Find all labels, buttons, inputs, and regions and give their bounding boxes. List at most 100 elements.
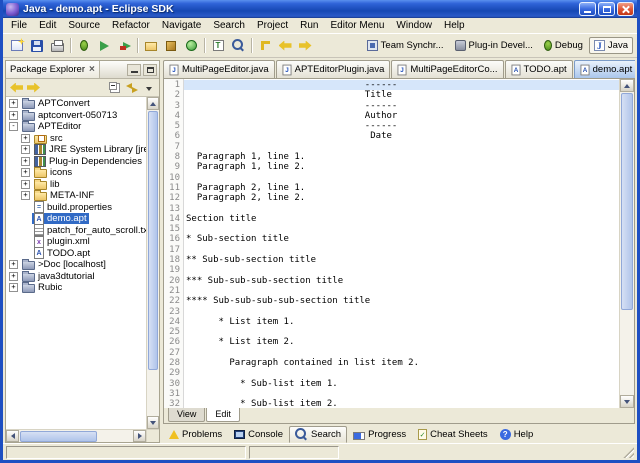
view-tab-search[interactable]: Search xyxy=(289,426,347,443)
view-tab-help[interactable]: Help xyxy=(494,426,540,443)
save-button[interactable] xyxy=(27,36,47,56)
view-tab-cheat-sheets[interactable]: Cheat Sheets xyxy=(412,426,494,443)
back-button[interactable] xyxy=(275,36,295,56)
tree-vertical-scrollbar[interactable] xyxy=(146,97,159,429)
debug-button[interactable] xyxy=(74,36,94,56)
close-button[interactable] xyxy=(617,2,634,16)
scroll-up-button[interactable] xyxy=(620,79,634,92)
scrollbar-track[interactable] xyxy=(620,311,634,395)
minimize-view-button[interactable] xyxy=(127,64,141,76)
menu-search[interactable]: Search xyxy=(207,19,251,32)
open-type-button[interactable] xyxy=(208,36,228,56)
external-tools-button[interactable] xyxy=(114,36,134,56)
tree-expander-icon[interactable]: + xyxy=(9,283,18,292)
tree-item-java3dtutorial[interactable]: +java3dtutorial xyxy=(6,271,146,283)
maximize-button[interactable] xyxy=(598,2,615,16)
view-menu-button[interactable] xyxy=(140,80,157,96)
tree-item-patch-for-auto-scroll-txt[interactable]: patch_for_auto_scroll.txt xyxy=(6,225,146,237)
tree-expander-icon[interactable]: + xyxy=(9,260,18,269)
new-package-button[interactable] xyxy=(161,36,181,56)
view-tab-problems[interactable]: Problems xyxy=(163,426,228,443)
scroll-left-button[interactable] xyxy=(6,430,19,442)
menu-file[interactable]: File xyxy=(5,19,33,32)
tree-expander-icon[interactable]: + xyxy=(9,99,18,108)
last-edit-location-button[interactable] xyxy=(255,36,275,56)
editor-vertical-scrollbar[interactable] xyxy=(619,79,634,408)
search-button[interactable] xyxy=(228,36,248,56)
tree-expander-icon[interactable]: + xyxy=(9,111,18,120)
print-button[interactable] xyxy=(47,36,67,56)
new-wizard-button[interactable] xyxy=(7,36,27,56)
tree-item-aptconvert-050713[interactable]: +aptconvert-050713 xyxy=(6,110,146,122)
editor-content[interactable]: ------ Title ------ Author ------ xyxy=(184,79,619,408)
perspective-debug[interactable]: Debug xyxy=(539,37,588,54)
tree-item-src[interactable]: +src xyxy=(6,133,146,145)
scrollbar-track[interactable] xyxy=(147,371,159,416)
menu-navigate[interactable]: Navigate xyxy=(156,19,207,32)
run-button[interactable] xyxy=(94,36,114,56)
text-editor[interactable]: ------ Title ------ Author ------ xyxy=(184,79,619,408)
resize-grip-icon[interactable] xyxy=(622,446,634,458)
editor-tab-todo-apt[interactable]: TODO.apt xyxy=(505,60,573,78)
menu-source[interactable]: Source xyxy=(62,19,106,32)
menu-help[interactable]: Help xyxy=(438,19,471,32)
scroll-right-button[interactable] xyxy=(133,430,146,442)
menu-refactor[interactable]: Refactor xyxy=(106,19,156,32)
scrollbar-thumb[interactable] xyxy=(20,431,97,442)
menu-editor-menu[interactable]: Editor Menu xyxy=(324,19,390,32)
tree-expander-icon[interactable]: + xyxy=(21,145,30,154)
scroll-down-button[interactable] xyxy=(620,395,634,408)
tree-expander-icon[interactable]: + xyxy=(9,272,18,281)
scroll-down-button[interactable] xyxy=(147,416,159,429)
link-with-editor-button[interactable] xyxy=(123,80,140,96)
scrollbar-thumb[interactable] xyxy=(148,111,158,370)
tree-expander-icon[interactable]: + xyxy=(21,134,30,143)
tree-item-meta-inf[interactable]: +META-INF xyxy=(6,190,146,202)
tree-item-lib[interactable]: +lib xyxy=(6,179,146,191)
forward-button[interactable] xyxy=(295,36,315,56)
tree-expander-icon[interactable]: + xyxy=(21,180,30,189)
tree-expander-icon[interactable]: - xyxy=(9,122,18,131)
editor-tab-multipageeditor-java[interactable]: MultiPageEditor.java xyxy=(163,60,275,78)
tree-item-doc-localhost[interactable]: +>Doc [localhost] xyxy=(6,259,146,271)
menu-window[interactable]: Window xyxy=(390,19,438,32)
page-tab-view[interactable]: View xyxy=(168,408,205,422)
scroll-up-button[interactable] xyxy=(147,97,159,110)
new-class-button[interactable] xyxy=(181,36,201,56)
tree-item-plug-in-dependencies[interactable]: +Plug-in Dependencies xyxy=(6,156,146,168)
scrollbar-track[interactable] xyxy=(98,430,133,442)
collapse-all-button[interactable] xyxy=(106,80,123,96)
tree-item-icons[interactable]: +icons xyxy=(6,167,146,179)
package-explorer-tab[interactable]: Package Explorer × xyxy=(6,61,100,78)
perspective-team-synchr[interactable]: Team Synchr... xyxy=(362,37,449,54)
view-tab-console[interactable]: Console xyxy=(228,426,289,443)
tree-item-apteditor[interactable]: -APTEditor xyxy=(6,121,146,133)
tree-item-jre-system-library-jre1-5-0-10[interactable]: +JRE System Library [jre1.5.0_10] xyxy=(6,144,146,156)
menu-project[interactable]: Project xyxy=(251,19,294,32)
forward-button[interactable] xyxy=(25,80,42,96)
tree-item-plugin-xml[interactable]: plugin.xml xyxy=(6,236,146,248)
tree-item-rubic[interactable]: +Rubic xyxy=(6,282,146,294)
new-java-project-button[interactable] xyxy=(141,36,161,56)
tree-item-todo-apt[interactable]: TODO.apt xyxy=(6,248,146,260)
maximize-view-button[interactable] xyxy=(143,64,157,76)
scrollbar-thumb[interactable] xyxy=(621,93,633,310)
tree-horizontal-scrollbar[interactable] xyxy=(6,430,146,442)
menu-run[interactable]: Run xyxy=(294,19,324,32)
tree-expander-icon[interactable]: + xyxy=(21,191,30,200)
view-tab-progress[interactable]: Progress xyxy=(347,426,412,443)
tree-expander-icon[interactable]: + xyxy=(21,157,30,166)
view-close-icon[interactable]: × xyxy=(89,65,95,74)
tree-item-demo-apt[interactable]: demo.apt xyxy=(6,213,146,225)
back-button[interactable] xyxy=(8,80,25,96)
tree-expander-icon[interactable]: + xyxy=(21,168,30,177)
perspective-plug-in-devel[interactable]: Plug-in Devel... xyxy=(450,37,538,54)
editor-tab-apteditorplugin-java[interactable]: APTEditorPlugin.java xyxy=(276,60,391,78)
editor-tab-multipageeditorco[interactable]: MultiPageEditorCo... xyxy=(391,60,503,78)
menu-edit[interactable]: Edit xyxy=(33,19,62,32)
editor-tab-demo-apt[interactable]: demo.apt× xyxy=(574,60,635,78)
minimize-button[interactable] xyxy=(579,2,596,16)
perspective-java[interactable]: Java xyxy=(589,37,633,54)
page-tab-edit[interactable]: Edit xyxy=(206,408,240,422)
tree-item-build-properties[interactable]: build.properties xyxy=(6,202,146,214)
